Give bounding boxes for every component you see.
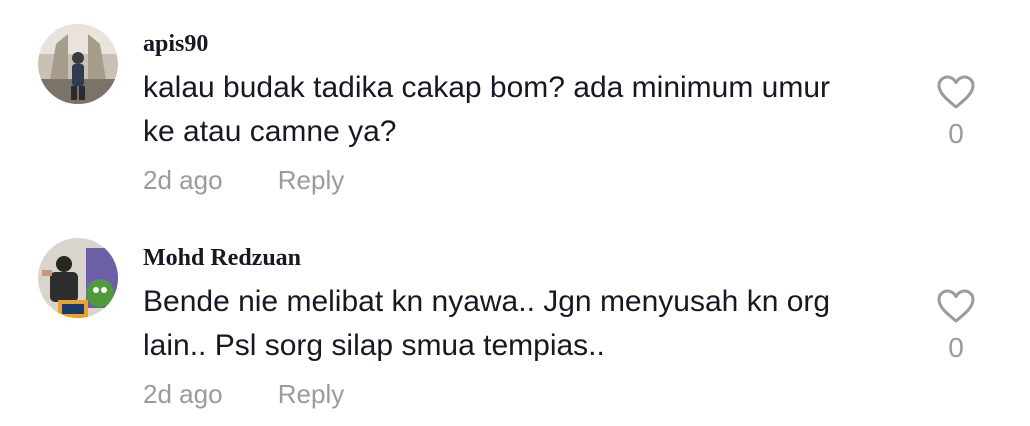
comment-username[interactable]: apis90 xyxy=(143,31,208,58)
like-control: 0 xyxy=(930,74,982,150)
comment-text-line: ke atau camne ya? xyxy=(143,115,397,148)
comment-item: Mohd Redzuan Bende nie melibat kn nyawa.… xyxy=(0,214,1030,414)
avatar[interactable] xyxy=(38,238,118,318)
avatar-image xyxy=(38,238,118,318)
reply-button[interactable]: Reply xyxy=(278,379,344,410)
comment-meta: 2d ago Reply xyxy=(143,165,344,196)
comment-item: apis90 kalau budak tadika cakap bom? ada… xyxy=(0,0,1030,200)
like-count: 0 xyxy=(948,118,964,149)
comment-username[interactable]: Mohd Redzuan xyxy=(143,245,301,272)
avatar[interactable] xyxy=(38,24,118,104)
reply-button[interactable]: Reply xyxy=(278,165,344,196)
comment-meta: 2d ago Reply xyxy=(143,379,344,410)
comment-text: kalau budak tadika cakap bom? ada minimu… xyxy=(143,66,903,154)
avatar-image xyxy=(38,24,118,104)
like-control: 0 xyxy=(930,288,982,364)
comment-text-line: kalau budak tadika cakap bom? ada minimu… xyxy=(143,71,831,104)
comment-text-line: lain.. Psl sorg silap smua tempias.. xyxy=(143,329,605,362)
heart-outline-icon[interactable] xyxy=(936,288,976,324)
comment-timestamp: 2d ago xyxy=(143,379,223,409)
comment-text: Bende nie melibat kn nyawa.. Jgn menyusa… xyxy=(143,280,903,368)
heart-outline-icon[interactable] xyxy=(936,74,976,110)
like-count: 0 xyxy=(948,332,964,363)
comment-text-line: Bende nie melibat kn nyawa.. Jgn menyusa… xyxy=(143,285,831,318)
comment-timestamp: 2d ago xyxy=(143,165,223,195)
